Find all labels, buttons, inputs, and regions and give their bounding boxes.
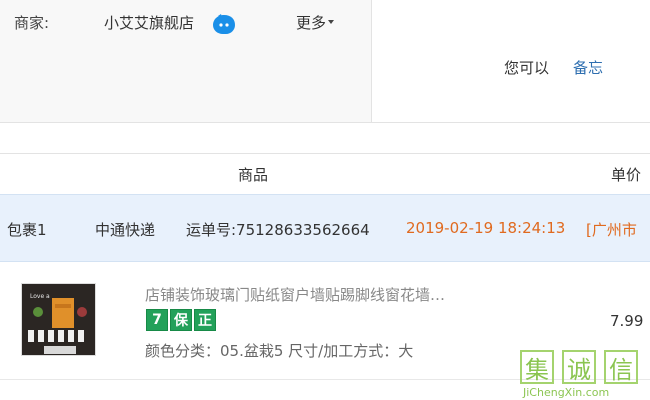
- package-name: 包裹1: [7, 221, 47, 239]
- column-header-goods: 商品: [238, 166, 269, 184]
- table-header: 商品 单价: [0, 153, 650, 195]
- you-can-label: 您可以: [504, 59, 550, 77]
- product-thumbnail[interactable]: Love a: [21, 283, 96, 356]
- shop-label: 商家:: [14, 14, 50, 32]
- more-label: 更多: [296, 14, 327, 32]
- watermark-logo: 集 诚 信 JiChengXin.com: [518, 342, 648, 400]
- order-header-panel: 商家: 小艾艾旗舰店 更多 您可以 备忘: [0, 0, 650, 122]
- carrier-name: 中通快递: [95, 221, 156, 239]
- shop-name-link[interactable]: 小艾艾旗舰店: [104, 12, 194, 33]
- more-dropdown[interactable]: 更多: [296, 12, 335, 33]
- shipping-city: [广州市: [586, 221, 637, 239]
- caret-down-icon: [328, 20, 335, 24]
- unit-price: 7.99: [610, 312, 644, 330]
- shipping-time: 2019-02-19 18:24:13: [406, 219, 566, 237]
- shop-info-box: 商家: 小艾艾旗舰店 更多: [0, 0, 372, 122]
- watermark-url: JiChengXin.com: [523, 386, 610, 399]
- product-sku: 颜色分类：05.盆栽5 尺寸/加工方式：大: [145, 342, 414, 360]
- genuine-badge[interactable]: 正: [194, 309, 216, 331]
- column-header-price: 单价: [611, 166, 642, 184]
- package-bar: 包裹1 中通快递 运单号:75128633562664 2019-02-19 1…: [0, 195, 650, 262]
- thumb-caption: Love a: [30, 293, 50, 300]
- product-title-link[interactable]: 店铺装饰玻璃门贴纸窗户墙贴踢脚线窗花墙…: [145, 284, 445, 305]
- guarantee-badge[interactable]: 保: [170, 309, 192, 331]
- watermark-char-3: 信: [604, 350, 638, 384]
- seven-day-return-badge[interactable]: 7: [146, 309, 168, 331]
- waybill-number: 运单号:75128633562664: [186, 221, 370, 239]
- watermark-char-2: 诚: [562, 350, 596, 384]
- watermark-char-1: 集: [520, 350, 554, 384]
- product-image: Love a: [22, 284, 95, 355]
- service-badges: 7 保 正: [146, 309, 216, 331]
- memo-link[interactable]: 备忘: [573, 57, 603, 78]
- spacer: [0, 123, 650, 153]
- wangwang-chat-icon[interactable]: [212, 14, 236, 36]
